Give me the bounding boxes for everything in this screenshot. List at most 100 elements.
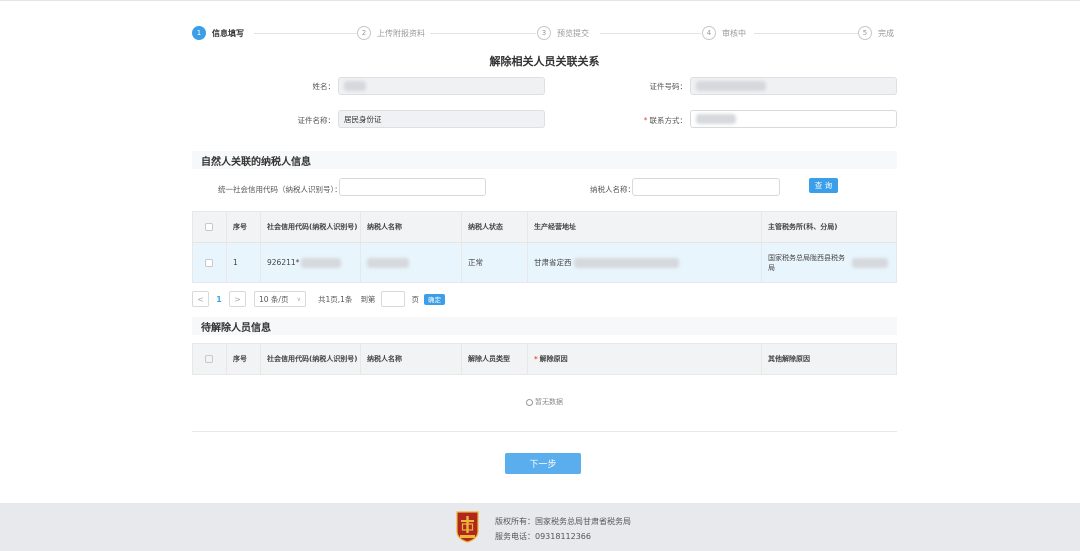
next-page-button[interactable]: > [229,291,246,307]
row-address: 甘肃省定西 [528,243,762,282]
contact-label: * 联系方式： [644,115,687,126]
step-label: 审核中 [722,28,746,38]
row-taxpayer-name [361,243,462,282]
step-under-review[interactable]: 4 审核中 [702,26,750,40]
next-step-button[interactable]: 下一步 [505,453,581,474]
masked-value [344,81,366,91]
contact-field[interactable] [690,110,897,128]
taxpayer-name-label: 纳税人名称： [590,185,635,194]
header-cell: 社会信用代码(纳税人识别号) [261,212,361,242]
step-connector [254,33,357,34]
address-text: 甘肃省定西 [534,258,572,267]
tax-bureau-logo-icon [456,511,479,543]
empty-state: 暂无数据 [192,397,897,407]
step-preview-submit[interactable]: 3 预览提交 [537,26,593,40]
pending-table: 序号 社会信用代码(纳税人识别号) 纳税人名称 解除人员类型 * 解除原因 其他解… [192,343,897,375]
masked-value [573,257,679,268]
select-all-checkbox[interactable] [205,355,213,363]
header-cell: 主管税务所(科、分局) [768,223,838,231]
header-cell: 纳税人名称 [361,212,462,242]
header-cell: 序号 [227,212,261,242]
step-number: 3 [537,26,551,40]
select-all-checkbox[interactable] [205,223,213,231]
header-text: 解除原因 [539,355,568,363]
step-upload-attachments[interactable]: 2 上传附报资料 [357,26,429,40]
pagination: < 1 > 10 条/页 ∨ 共1页,1条 到第 页 确定 [192,291,445,307]
page-unit: 页 [411,294,419,304]
footer-phone: 服务电话：09318112366 [495,532,591,541]
header-cell: 解除人员类型 [462,344,528,374]
id-type-label: 证件名称： [297,116,336,125]
step-complete[interactable]: 5 完成 [858,26,898,40]
id-number-field[interactable] [690,77,897,95]
required-mark: * [643,116,648,125]
header-select [193,344,227,374]
divider [192,431,897,432]
id-type-field[interactable]: 居民身份证 [338,110,545,128]
masked-value [696,114,736,124]
chevron-down-icon: ∨ [296,295,301,303]
current-page[interactable]: 1 [209,295,229,304]
masked-value [367,257,409,268]
page-size-value: 10 条/页 [259,294,289,304]
row-code: 926211* [261,243,361,282]
name-label: 姓名： [312,82,336,91]
table-header: 序号 社会信用代码(纳税人识别号) 纳税人名称 纳税人状态 生产经营地址 主管税… [193,212,896,242]
step-connector [754,33,858,34]
header-cell: 社会信用代码(纳税人识别号) [261,344,361,374]
taxpayer-table: 序号 社会信用代码(纳税人识别号) 纳税人名称 纳税人状态 生产经营地址 主管税… [192,211,897,283]
required-mark: * [534,355,538,363]
credit-code-input[interactable] [339,178,486,196]
header-cell: 序号 [227,344,261,374]
code-text: 926211* [267,258,300,267]
step-label: 信息填写 [212,28,244,38]
top-border [0,0,1080,1]
step-info-fill[interactable]: 1 信息填写 [192,26,248,40]
step-label: 完成 [878,28,894,38]
section-pending-removal: 待解除人员信息 [192,317,897,335]
goto-page-input[interactable] [381,291,406,307]
table-row[interactable]: 1 926211* 正常 甘肃省定西 国家税务总局陇西县税务局 [193,242,896,282]
header-cell: 纳税人名称 [361,344,462,374]
row-tax-office: 国家税务总局陇西县税务局 [762,243,896,282]
header-cell: 其他解除原因 [768,355,810,363]
row-select [193,243,227,282]
goto-label: 到第 [360,294,376,304]
step-label: 预览提交 [557,28,589,38]
page-size-select[interactable]: 10 条/页 ∨ [254,291,306,307]
step-connector [600,33,701,34]
info-circle-icon [526,398,533,406]
header-cell: 生产经营地址 [528,212,762,242]
step-number: 2 [357,26,371,40]
table-header: 序号 社会信用代码(纳税人识别号) 纳税人名称 解除人员类型 * 解除原因 其他解… [193,344,896,374]
credit-code-label: 统一社会信用代码（纳税人识别号）： [218,185,342,194]
progress-steps: 1 信息填写 2 上传附报资料 3 预览提交 4 审核中 5 完成 [192,26,898,42]
row-status: 正常 [462,243,528,282]
empty-text: 暂无数据 [535,398,563,406]
tax-office-text: 国家税务总局陇西县税务局 [768,253,845,272]
row-index: 1 [227,243,261,282]
footer: 版权所有：国家税务总局甘肃省税务局 服务电话：09318112366 [0,503,1080,551]
query-button[interactable]: 查 询 [809,178,838,193]
contact-label-text: 联系方式： [649,116,688,125]
page-title: 解除相关人员关联关系 [489,55,600,68]
footer-copyright: 版权所有：国家税务总局甘肃省税务局 [495,517,631,526]
prev-page-button[interactable]: < [192,291,209,307]
id-number-label: 证件号码： [649,82,688,91]
masked-value [696,81,766,91]
header-cell: * 解除原因 [528,344,762,374]
header-cell: 纳税人状态 [462,212,528,242]
page-summary: 共1页,1条 [318,294,353,304]
masked-value [301,257,342,268]
section-taxpayer-info: 自然人关联的纳税人信息 [192,151,897,169]
step-number: 5 [858,26,872,40]
step-number: 1 [192,26,206,40]
taxpayer-name-input[interactable] [632,178,780,196]
step-number: 4 [702,26,716,40]
step-label: 上传附报资料 [377,28,425,38]
goto-confirm-button[interactable]: 确定 [423,293,445,305]
name-field[interactable] [338,77,545,95]
masked-value [852,257,888,268]
header-select [193,212,227,242]
row-checkbox[interactable] [205,258,213,267]
